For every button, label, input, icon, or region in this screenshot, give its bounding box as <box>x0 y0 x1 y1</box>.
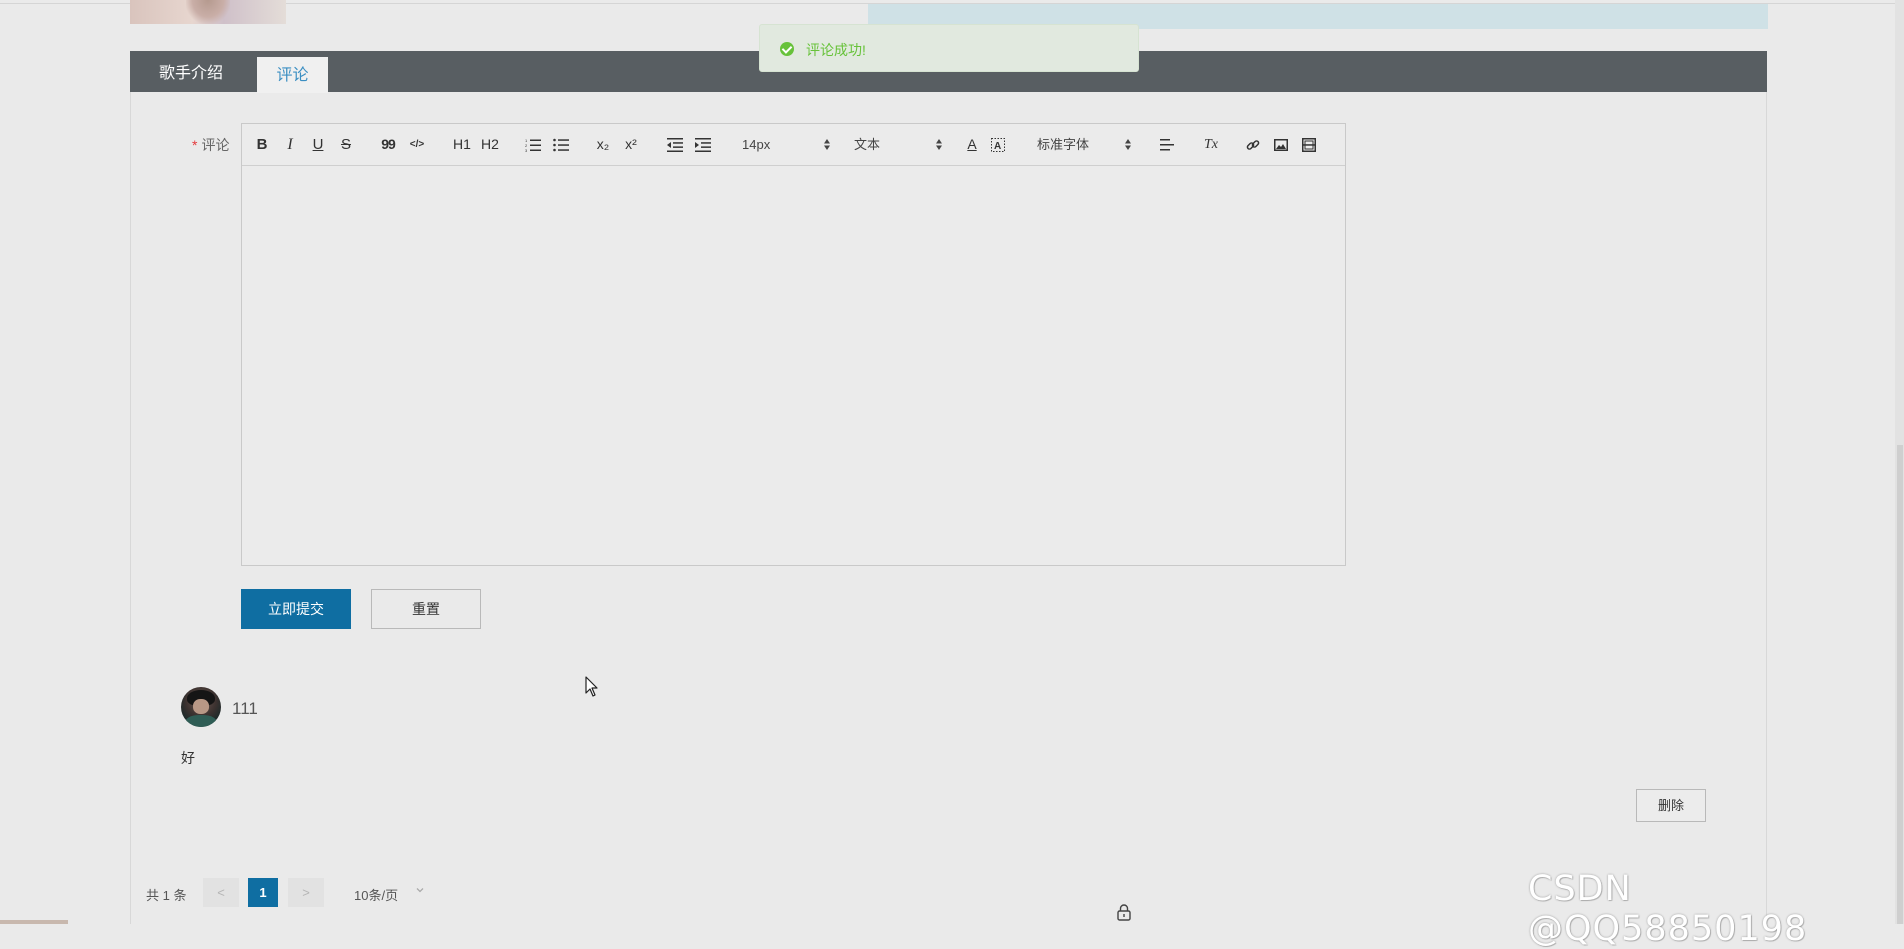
font-size-select[interactable]: 14px <box>742 124 830 165</box>
tab-comment[interactable]: 评论 <box>257 57 328 93</box>
editor-toolbar: B I U S 99 </> H1 H2 123 x₂ x² 14px 文本 A <box>242 124 1345 166</box>
mouse-cursor-icon <box>585 676 598 697</box>
editor-content-area[interactable] <box>242 165 1345 565</box>
ordered-list-icon[interactable]: 123 <box>524 124 542 165</box>
superscript-icon[interactable]: x² <box>622 124 640 165</box>
italic-icon[interactable]: I <box>282 124 298 165</box>
bold-icon[interactable]: B <box>254 124 270 165</box>
singer-photo <box>130 0 286 24</box>
font-color-icon[interactable]: A <box>964 124 980 165</box>
bullet-list-icon[interactable] <box>552 124 570 165</box>
success-check-icon <box>780 42 794 56</box>
pagination-total: 共 1 条 <box>146 888 187 903</box>
heading-1-icon[interactable]: H1 <box>452 124 472 165</box>
pagination-prev-button[interactable]: < <box>203 878 239 907</box>
rich-text-editor: B I U S 99 </> H1 H2 123 x₂ x² 14px 文本 A <box>241 123 1346 566</box>
link-icon[interactable] <box>1244 124 1262 165</box>
bottom-image-edge <box>0 920 68 924</box>
svg-text:3: 3 <box>525 148 528 152</box>
code-block-icon[interactable]: </> <box>407 124 427 165</box>
font-size-value: 14px <box>742 137 771 152</box>
submit-button[interactable]: 立即提交 <box>241 589 351 629</box>
image-icon[interactable] <box>1272 124 1290 165</box>
delete-comment-button[interactable]: 删除 <box>1636 789 1706 822</box>
pagination-next-button[interactable]: > <box>288 878 324 907</box>
success-toast: 评论成功! <box>759 24 1139 72</box>
font-family-value: 标准字体 <box>1037 137 1090 152</box>
background-color-icon[interactable]: A <box>990 124 1006 165</box>
select-arrows-icon <box>936 139 942 150</box>
strikethrough-icon[interactable]: S <box>338 124 354 165</box>
video-icon[interactable] <box>1300 124 1318 165</box>
comment-label-text: 评论 <box>201 137 230 153</box>
subscript-icon[interactable]: x₂ <box>594 124 612 165</box>
underline-icon[interactable]: U <box>310 124 326 165</box>
reset-button[interactable]: 重置 <box>371 589 481 629</box>
pagination-page-size-select[interactable]: 10条/页 <box>354 885 398 904</box>
chevron-down-icon[interactable] <box>416 886 424 894</box>
tab-singer-intro[interactable]: 歌手介绍 <box>144 51 238 92</box>
lock-icon[interactable] <box>1116 903 1132 921</box>
font-family-select[interactable]: 标准字体 <box>1037 124 1131 165</box>
blockquote-icon[interactable]: 99 <box>380 124 396 165</box>
comment-content: 好 <box>181 750 195 766</box>
required-mark: * <box>192 137 198 153</box>
pagination-page-1[interactable]: 1 <box>248 878 278 907</box>
toast-message: 评论成功! <box>806 42 866 58</box>
watermark: CSDN @QQ58850198 <box>1528 869 1808 949</box>
select-arrows-icon <box>1125 139 1131 150</box>
indent-icon[interactable] <box>694 124 712 165</box>
paragraph-format-value: 文本 <box>854 137 881 152</box>
outdent-icon[interactable] <box>666 124 684 165</box>
avatar <box>181 687 221 727</box>
heading-2-icon[interactable]: H2 <box>480 124 500 165</box>
svg-text:A: A <box>994 141 1001 152</box>
comment-field-label: * 评论 <box>192 135 229 155</box>
comment-username: 111 <box>232 699 258 718</box>
paragraph-format-select[interactable]: 文本 <box>854 124 942 165</box>
clear-format-icon[interactable]: Tx <box>1202 124 1220 165</box>
scrollbar-thumb[interactable] <box>1897 445 1903 924</box>
select-arrows-icon <box>824 139 830 150</box>
align-left-icon[interactable] <box>1158 124 1176 165</box>
